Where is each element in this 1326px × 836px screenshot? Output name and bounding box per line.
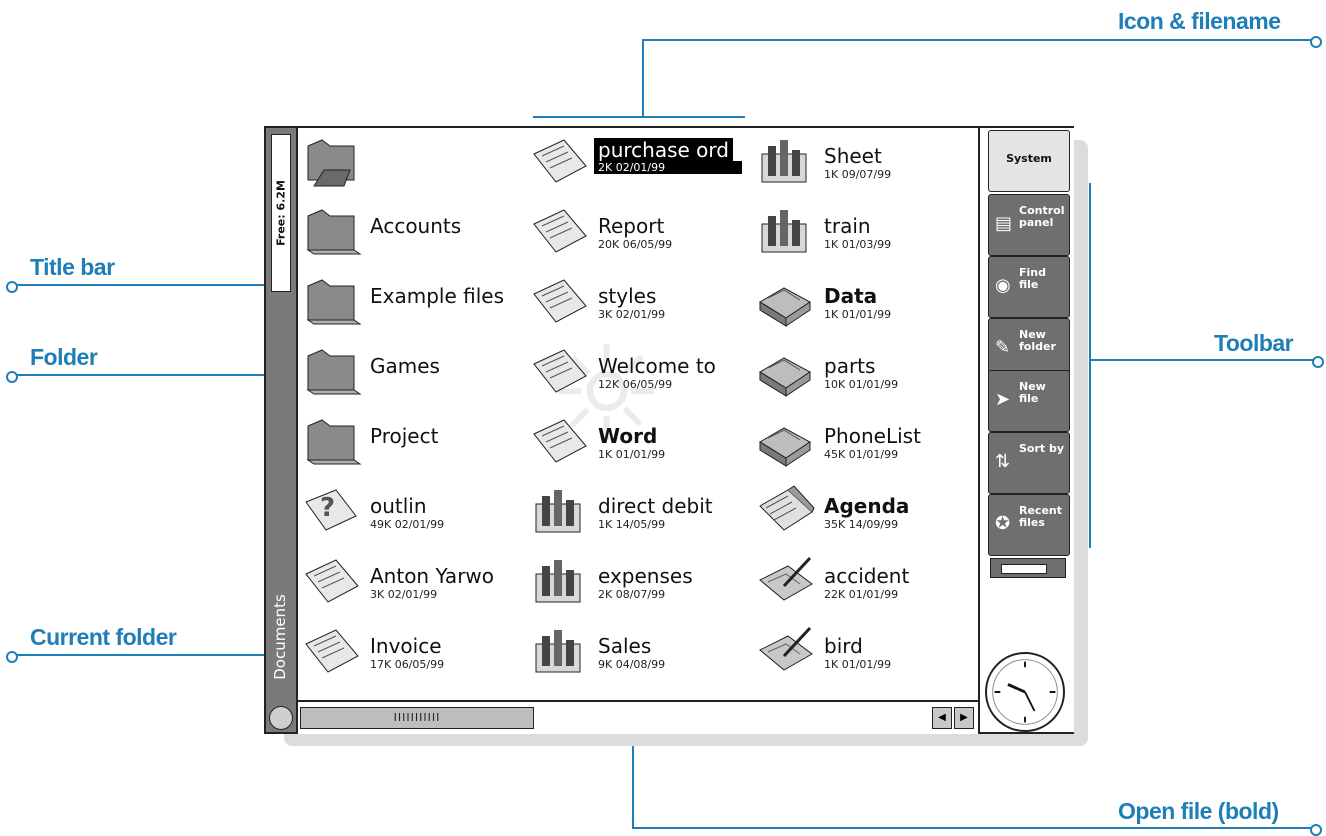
sheet-icon [761, 210, 807, 253]
database-icon [759, 287, 811, 327]
file-item[interactable]: Invoice 17K 06/05/99 [300, 620, 520, 690]
database-icon [759, 357, 811, 397]
callout-icon-filename: Icon & filename [1118, 8, 1281, 34]
callout-current-folder: Current folder [30, 624, 177, 650]
new-file-button[interactable]: ➤ New file [988, 370, 1070, 432]
callout-toolbar: Toolbar [1214, 330, 1294, 356]
word-doc-icon [533, 279, 587, 323]
binoculars-icon: ◉ [995, 275, 1011, 296]
control-panel-icon: ▤ [995, 213, 1013, 234]
file-item[interactable]: Welcome to 12K 06/05/99 [528, 340, 748, 410]
sketch-icon [759, 626, 813, 671]
file-item[interactable]: Accounts [300, 200, 520, 270]
sketch-icon [759, 556, 813, 601]
sheet-icon [535, 560, 581, 603]
file-item[interactable]: PhoneList 45K 01/01/99 [754, 410, 974, 480]
file-item[interactable]: train 1K 01/03/99 [754, 200, 974, 270]
file-item[interactable]: accident 22K 01/01/99 [754, 550, 974, 620]
file-item[interactable]: ? outlin 49K 02/01/99 [300, 480, 520, 550]
file-item[interactable]: bird 1K 01/01/99 [754, 620, 974, 690]
clock-icon[interactable] [985, 652, 1065, 732]
recent-files-button[interactable]: ✪ Recent files [988, 494, 1070, 556]
free-space-indicator: Free: 6.2M [271, 134, 291, 292]
file-item[interactable]: styles 3K 02/01/99 [528, 270, 748, 340]
file-item[interactable]: expenses 2K 08/07/99 [528, 550, 748, 620]
file-item[interactable] [300, 130, 520, 200]
file-item[interactable]: Games [300, 340, 520, 410]
folder-icon [306, 349, 362, 395]
scrollbar-thumb[interactable]: IIIIIIIIIII [300, 707, 534, 729]
control-panel-button[interactable]: ▤ Control panel [988, 194, 1070, 256]
sort-icon: ⇅ [995, 451, 1011, 472]
file-item[interactable]: Sales 9K 04/08/99 [528, 620, 748, 690]
title-bar[interactable]: Free: 6.2M Documents [266, 128, 298, 732]
recent-files-icon: ✪ [995, 513, 1011, 534]
word-doc-icon [533, 349, 587, 393]
battery-icon [990, 558, 1066, 578]
file-item[interactable]: Report 20K 06/05/99 [528, 200, 748, 270]
callout-folder: Folder [30, 344, 98, 370]
file-item-open[interactable]: Agenda 35K 14/09/99 [754, 480, 974, 550]
file-item[interactable]: Sheet 1K 09/07/99 [754, 130, 974, 200]
file-item[interactable]: parts 10K 01/01/99 [754, 340, 974, 410]
sort-by-button[interactable]: ⇅ Sort by [988, 432, 1070, 494]
file-item[interactable]: Anton Yarwo 3K 02/01/99 [300, 550, 520, 620]
current-folder-label[interactable]: Documents [267, 576, 293, 698]
file-item-open[interactable]: Word 1K 01/01/99 [528, 410, 748, 480]
callout-open-file: Open file (bold) [1118, 798, 1279, 824]
word-doc-icon [305, 629, 359, 673]
folder-icon [306, 209, 362, 255]
file-item[interactable]: Project [300, 410, 520, 480]
toolbar: System ▤ Control panel ◉ Find file ✎ New… [978, 128, 1074, 732]
horizontal-scrollbar[interactable]: IIIIIIIIIII ◀ ▶ [298, 700, 978, 734]
sheet-icon [535, 490, 581, 533]
find-file-button[interactable]: ◉ Find file [988, 256, 1070, 318]
callout-title-bar: Title bar [30, 254, 115, 280]
svg-text:?: ? [320, 493, 335, 523]
word-doc-icon [533, 209, 587, 253]
file-list: ☼ Accounts Example files Games Project ?… [298, 128, 978, 700]
sheet-icon [761, 140, 807, 183]
scroll-right-icon[interactable]: ▶ [954, 707, 974, 729]
database-icon [759, 427, 811, 467]
word-doc-icon [305, 559, 359, 603]
file-item-open[interactable]: Data 1K 01/01/99 [754, 270, 974, 340]
folder-up-icon [307, 139, 355, 187]
folder-icon [306, 419, 362, 465]
word-doc-icon [533, 139, 587, 183]
folder-icon [306, 279, 362, 325]
psion-screen: Free: 6.2M Documents ☼ Accounts Example … [264, 126, 1074, 734]
agenda-icon [759, 485, 815, 531]
word-doc-icon [533, 419, 587, 463]
file-item[interactable]: direct debit 1K 14/05/99 [528, 480, 748, 550]
scroll-left-icon[interactable]: ◀ [932, 707, 952, 729]
system-button[interactable]: System [988, 130, 1070, 192]
sheet-icon [535, 630, 581, 673]
new-folder-icon: ✎ [995, 337, 1011, 358]
menu-button-icon[interactable] [269, 706, 293, 730]
new-file-icon: ➤ [995, 389, 1011, 410]
file-item[interactable]: Example files [300, 270, 520, 340]
file-item-selected[interactable]: purchase ord 2K 02/01/99 [528, 130, 748, 200]
outline-doc-icon: ? [305, 489, 357, 531]
